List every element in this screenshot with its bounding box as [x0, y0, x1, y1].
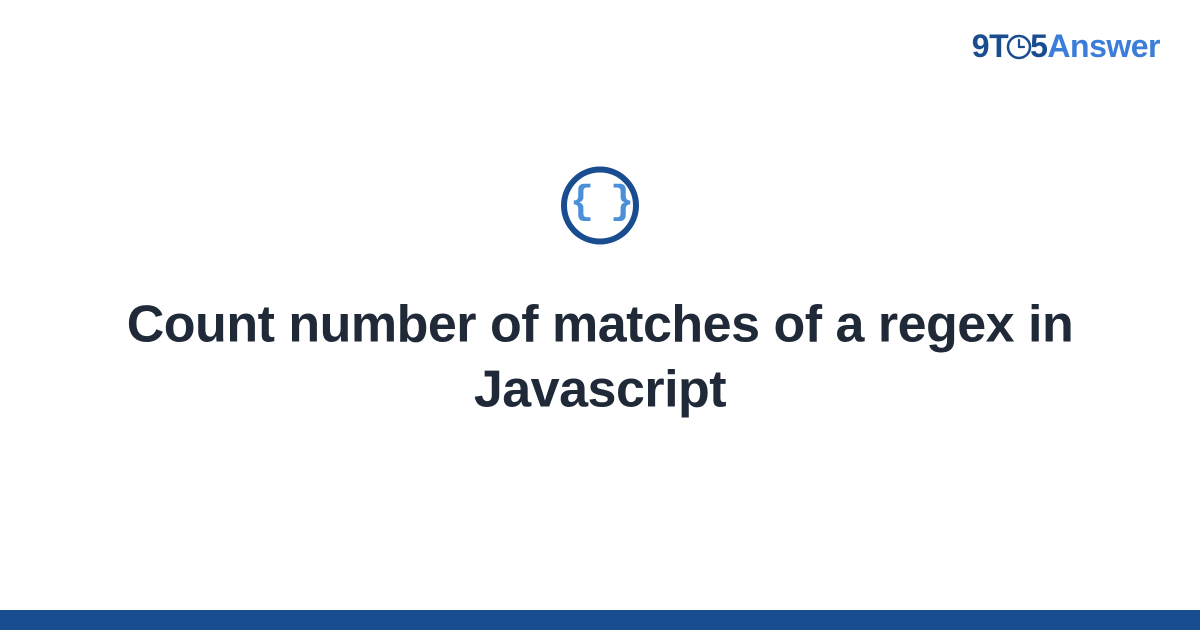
- logo-part-9t: 9T: [972, 28, 1008, 64]
- logo-part-5: 5: [1030, 28, 1047, 64]
- page-title: Count number of matches of a regex in Ja…: [60, 293, 1140, 423]
- main-content: { } Count number of matches of a regex i…: [0, 167, 1200, 423]
- logo-part-answer: Answer: [1047, 28, 1160, 64]
- clock-icon: [1006, 34, 1032, 60]
- site-logo: 9T 5Answer: [972, 28, 1160, 65]
- code-braces-icon: { }: [561, 167, 639, 245]
- braces-glyph: { }: [570, 184, 630, 224]
- footer-accent-bar: [0, 610, 1200, 630]
